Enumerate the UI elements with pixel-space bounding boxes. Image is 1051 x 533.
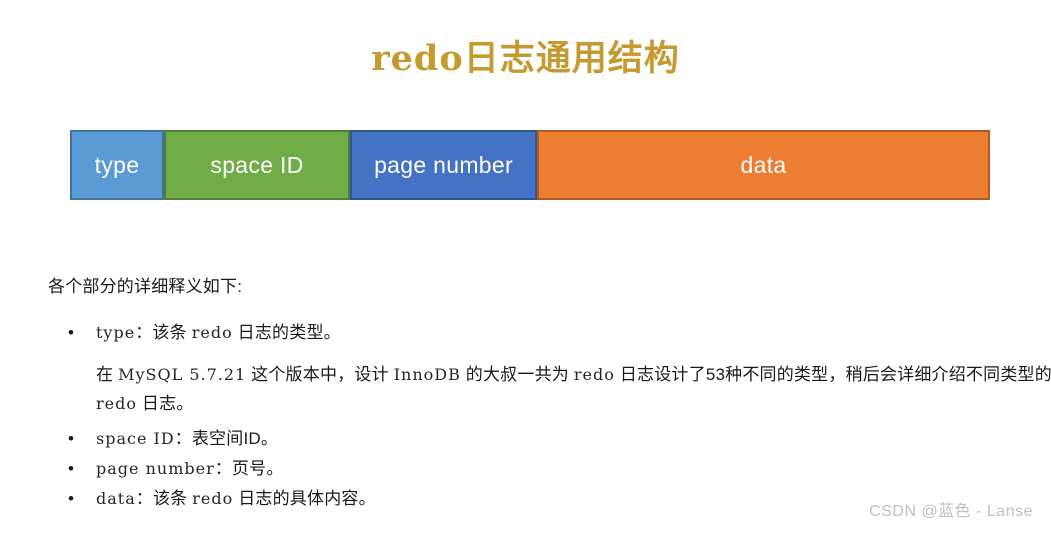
bullet-marker-icon: • <box>68 459 75 478</box>
paragraph-part-5: 日志。 <box>137 394 194 413</box>
paragraph-code-mysql-version: MySQL 5.7.21 <box>118 365 247 384</box>
paragraph-part-1: 在 <box>96 365 119 384</box>
list-item: • type：该条 redo 日志的类型。 <box>48 318 1018 348</box>
list-item: • space ID：表空间ID。 <box>48 424 1018 454</box>
list-item-separator: ： <box>135 489 153 508</box>
list-item-desc-pre: 表空间ID。 <box>191 429 279 448</box>
explanation-paragraph: 在 MySQL 5.7.21 这个版本中，设计 InnoDB 的大叔一共为 re… <box>48 360 1051 418</box>
diagram-segment-type-label: type <box>94 151 140 178</box>
list-item-desc-code: redo <box>192 489 234 508</box>
csdn-watermark: CSDN @蓝色 - Lanse <box>869 503 1033 520</box>
diagram-segment-space-id: space ID <box>164 130 350 200</box>
page-title: redo日志通用结构 <box>0 30 1051 81</box>
page-title-latin: redo <box>371 38 464 79</box>
paragraph-code-redo-1: redo <box>573 365 615 384</box>
paragraph-code-redo-2: redo <box>96 394 137 413</box>
list-item-code: page number <box>96 459 215 478</box>
diagram-segment-data: data <box>537 130 990 200</box>
list-item: • page number：页号。 <box>48 454 1018 484</box>
list-item-code: type <box>96 323 136 342</box>
list-item-code: data <box>96 489 136 508</box>
list-item-separator: ： <box>135 323 153 342</box>
bullet-marker-icon: • <box>68 323 75 342</box>
list-item-desc-post: 日志的具体内容。 <box>233 489 376 508</box>
list-item-code: space ID <box>96 429 175 448</box>
bullet-marker-icon: • <box>68 489 75 508</box>
explanation-list: • type：该条 redo 日志的类型。 在 MySQL 5.7.21 这个版… <box>48 318 1051 514</box>
list-item-desc-pre: 页号。 <box>231 459 284 478</box>
explanation-lead-text: 各个部分的详细释义如下: <box>48 277 243 296</box>
list-item-desc-pre: 该条 <box>152 323 192 342</box>
paragraph-part-3: 的大叔一共为 <box>460 365 574 384</box>
paragraph-part-4: 日志设计了53种不同的类型，稍后会详细介绍不同类型的 <box>614 365 1051 384</box>
list-item-desc-post: 日志的类型。 <box>232 323 341 342</box>
diagram-segment-type: type <box>70 130 164 200</box>
paragraph-code-innodb: InnoDB <box>393 365 461 384</box>
list-item-separator: ： <box>214 459 232 478</box>
list-item-desc-code: redo <box>191 323 233 342</box>
list-item-separator: ： <box>174 429 192 448</box>
paragraph-part-2: 这个版本中，设计 <box>246 365 394 384</box>
redo-log-structure-diagram: type space ID page number data <box>70 130 990 200</box>
diagram-segment-page-number-label: page number <box>374 151 513 178</box>
page-title-cjk: 日志通用结构 <box>463 39 680 78</box>
list-item-desc-pre: 该条 <box>152 489 193 508</box>
diagram-segment-page-number: page number <box>350 130 537 200</box>
bullet-marker-icon: • <box>68 429 75 448</box>
diagram-segment-space-id-label: space ID <box>210 151 304 178</box>
diagram-segment-data-label: data <box>740 151 787 178</box>
